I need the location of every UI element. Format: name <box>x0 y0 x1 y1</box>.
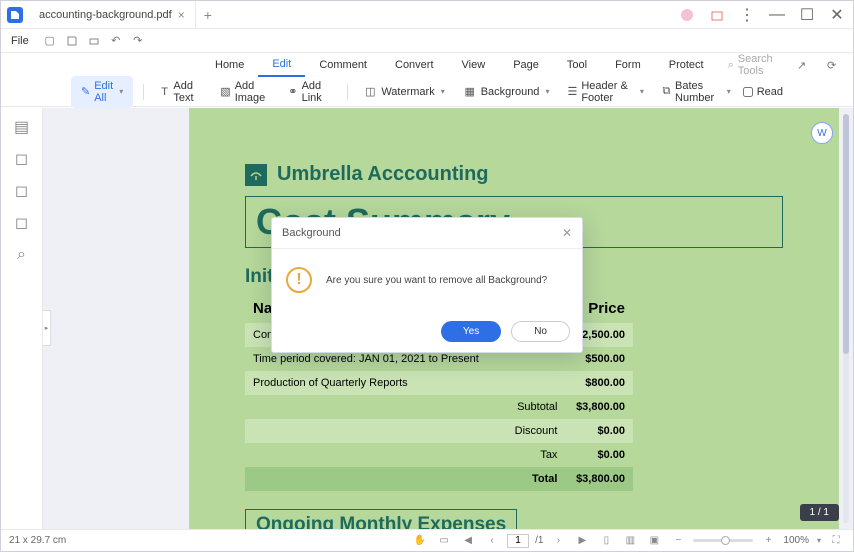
dialog-message: Are you sure you want to remove all Back… <box>326 275 547 286</box>
dialog-close-icon[interactable]: ✕ <box>562 226 572 240</box>
dialog-title: Background <box>282 227 341 239</box>
warning-icon: ! <box>286 267 312 293</box>
confirm-dialog: Background ✕ ! Are you sure you want to … <box>271 217 583 353</box>
no-button[interactable]: No <box>511 321 570 342</box>
dialog-title-bar: Background ✕ <box>272 218 582 249</box>
yes-button[interactable]: Yes <box>441 321 501 342</box>
modal-backdrop: Background ✕ ! Are you sure you want to … <box>1 1 853 551</box>
